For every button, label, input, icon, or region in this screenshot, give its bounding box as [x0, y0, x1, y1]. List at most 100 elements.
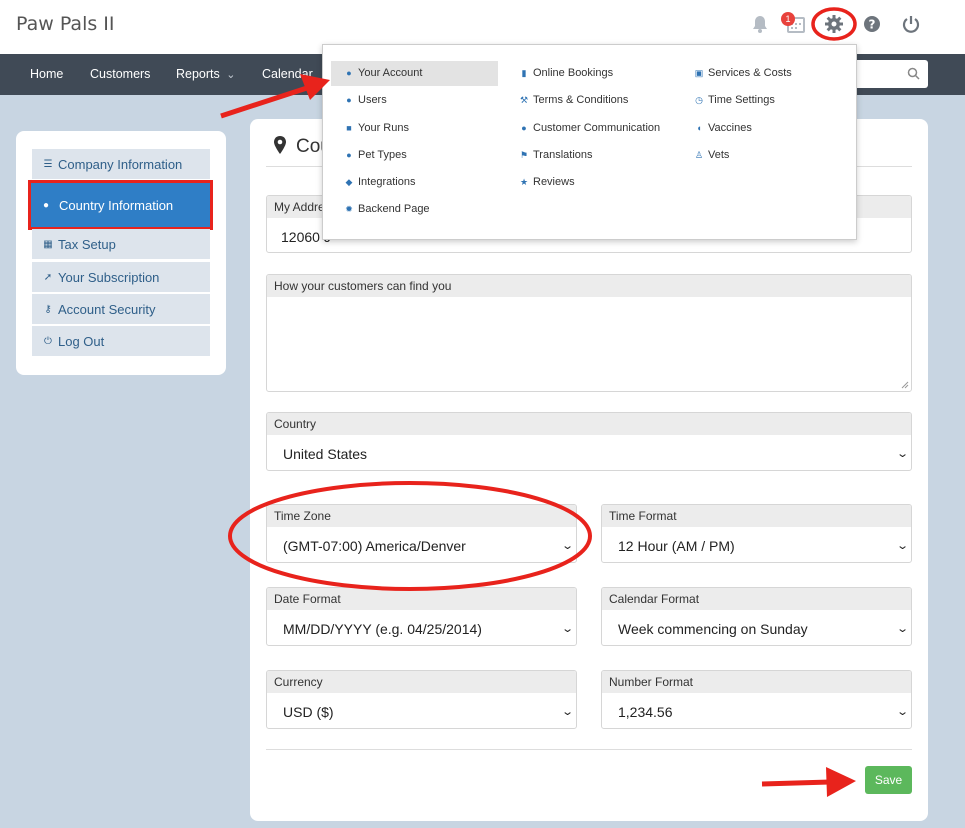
currency-select[interactable]: Currency USD ($) ⌄: [266, 670, 577, 729]
help-icon[interactable]: ?: [860, 12, 884, 36]
sidebar-item-account-security[interactable]: ⚷ Account Security: [32, 294, 210, 324]
menu-item-backend-page[interactable]: ✹ Backend Page: [343, 197, 430, 222]
find-you-textarea[interactable]: How your customers can find you: [266, 274, 912, 392]
cube-icon: ■: [346, 123, 352, 133]
search-input[interactable]: [846, 60, 928, 88]
country-select[interactable]: Country United States ⌄: [266, 412, 912, 471]
field-label: Currency: [267, 671, 576, 693]
nav-home[interactable]: Home: [30, 54, 63, 95]
nav-customers[interactable]: Customers: [90, 54, 150, 95]
menu-item-your-runs[interactable]: ■ Your Runs: [343, 116, 409, 141]
list-icon: ☰: [43, 158, 53, 170]
menu-item-customer-communication[interactable]: ● Customer Communication: [518, 116, 660, 141]
menu-item-label: Customer Communication: [533, 122, 661, 134]
time-zone-value: (GMT-07:00) America/Denver: [283, 538, 466, 554]
nav-calendar[interactable]: Calendar: [262, 54, 313, 95]
resize-handle-icon[interactable]: [901, 381, 909, 389]
gear-icon: ✹: [345, 204, 353, 214]
power-icon[interactable]: [899, 12, 923, 36]
time-zone-select[interactable]: Time Zone (GMT-07:00) America/Denver ⌄: [266, 504, 577, 563]
chevron-down-icon: ⌄: [895, 448, 909, 460]
app-title[interactable]: Paw Pals II: [16, 13, 115, 35]
sidebar-item-log-out[interactable]: ⏻ Log Out: [32, 326, 210, 356]
date-format-value: MM/DD/YYYY (e.g. 04/25/2014): [283, 621, 482, 637]
time-format-select[interactable]: Time Format 12 Hour (AM / PM) ⌄: [601, 504, 912, 563]
money-icon: ▣: [694, 68, 704, 78]
svg-text:?: ?: [869, 18, 876, 32]
menu-item-label: Users: [358, 94, 387, 106]
sidebar-item-label: Your Subscription: [58, 269, 160, 285]
map-marker-icon: ●: [43, 199, 50, 211]
calendar-format-value: Week commencing on Sunday: [618, 621, 808, 637]
field-label: Number Format: [602, 671, 911, 693]
settings-dropdown-menu: ● Your Account ● Users ■ Your Runs ● Pet Typ…: [322, 44, 857, 240]
field-label: How your customers can find you: [267, 275, 911, 297]
number-format-value: 1,234.56: [618, 704, 673, 720]
menu-item-online-bookings[interactable]: ▮ Online Bookings: [518, 61, 614, 86]
map-marker-icon: [273, 136, 287, 157]
power-icon: ⏻: [44, 335, 52, 347]
shield-icon: ◖: [696, 123, 702, 133]
menu-item-vets[interactable]: ♙ Vets: [693, 143, 729, 168]
flag-icon: ⚑: [519, 150, 529, 160]
sidebar-item-tax-setup[interactable]: ▦ Tax Setup: [32, 229, 210, 259]
field-label: Date Format: [267, 588, 576, 610]
clock-icon: ◷: [695, 95, 703, 105]
chevron-down-icon: ⌄: [560, 706, 574, 718]
menu-item-label: Time Settings: [708, 94, 775, 106]
sidebar-item-country-information[interactable]: ● Country Information: [28, 180, 213, 230]
field-label: Time Zone: [267, 505, 576, 527]
user-icon: ●: [346, 68, 352, 78]
plug-icon: ◆: [345, 177, 353, 187]
menu-item-label: Your Account: [358, 67, 423, 79]
user-md-icon: ♙: [694, 150, 704, 160]
key-icon: ⚷: [44, 303, 52, 315]
menu-item-users[interactable]: ● Users: [343, 88, 387, 113]
chevron-down-icon: ⌄: [226, 69, 236, 81]
time-format-value: 12 Hour (AM / PM): [618, 538, 735, 554]
chevron-down-icon: ⌄: [895, 623, 909, 635]
nav-reports[interactable]: Reports ⌄: [176, 54, 235, 95]
bell-icon[interactable]: [748, 12, 772, 36]
sidebar-item-your-subscription[interactable]: ➚ Your Subscription: [32, 262, 210, 292]
menu-item-label: Your Runs: [358, 122, 409, 134]
calendar-format-select[interactable]: Calendar Format Week commencing on Sunda…: [601, 587, 912, 646]
menu-item-terms-conditions[interactable]: ⚒ Terms & Conditions: [518, 88, 628, 113]
menu-item-your-account[interactable]: ● Your Account: [331, 61, 498, 86]
sidebar-item-label: Country Information: [59, 197, 174, 213]
menu-item-services-costs[interactable]: ▣ Services & Costs: [693, 61, 792, 86]
save-button[interactable]: Save: [865, 766, 912, 794]
form-divider: [266, 749, 912, 750]
nav-reports-label: Reports: [176, 67, 220, 81]
comment-icon: ●: [521, 123, 527, 133]
menu-item-integrations[interactable]: ◆ Integrations: [343, 170, 416, 195]
menu-item-label: Reviews: [533, 176, 575, 188]
field-label: Calendar Format: [602, 588, 911, 610]
sidebar-item-company-information[interactable]: ☰ Company Information: [32, 149, 210, 179]
paw-icon: ●: [346, 150, 352, 160]
menu-item-time-settings[interactable]: ◷ Time Settings: [693, 88, 775, 113]
menu-item-pet-types[interactable]: ● Pet Types: [343, 143, 407, 168]
sidebar-item-label: Company Information: [58, 156, 183, 172]
menu-item-label: Integrations: [358, 176, 416, 188]
menu-item-translations[interactable]: ⚑ Translations: [518, 143, 593, 168]
menu-item-label: Translations: [533, 149, 593, 161]
field-label: Country: [267, 413, 911, 435]
number-format-select[interactable]: Number Format 1,234.56 ⌄: [601, 670, 912, 729]
rocket-icon: ➚: [43, 271, 53, 283]
country-value: United States: [283, 446, 368, 462]
date-format-select[interactable]: Date Format MM/DD/YYYY (e.g. 04/25/2014)…: [266, 587, 577, 646]
menu-item-label: Vaccines: [708, 122, 752, 134]
table-icon: ▦: [43, 238, 53, 250]
menu-item-label: Pet Types: [358, 149, 407, 161]
chevron-down-icon: ⌄: [560, 623, 574, 635]
gear-icon[interactable]: [822, 12, 846, 36]
menu-item-reviews[interactable]: ★ Reviews: [518, 170, 575, 195]
menu-item-vaccines[interactable]: ◖ Vaccines: [693, 116, 752, 141]
sidebar-item-label: Tax Setup: [58, 236, 116, 252]
menu-item-label: Backend Page: [358, 203, 430, 215]
currency-value: USD ($): [283, 704, 334, 720]
sidebar-item-label: Account Security: [58, 301, 156, 317]
chevron-down-icon: ⌄: [560, 540, 574, 552]
gavel-icon: ⚒: [519, 95, 529, 105]
